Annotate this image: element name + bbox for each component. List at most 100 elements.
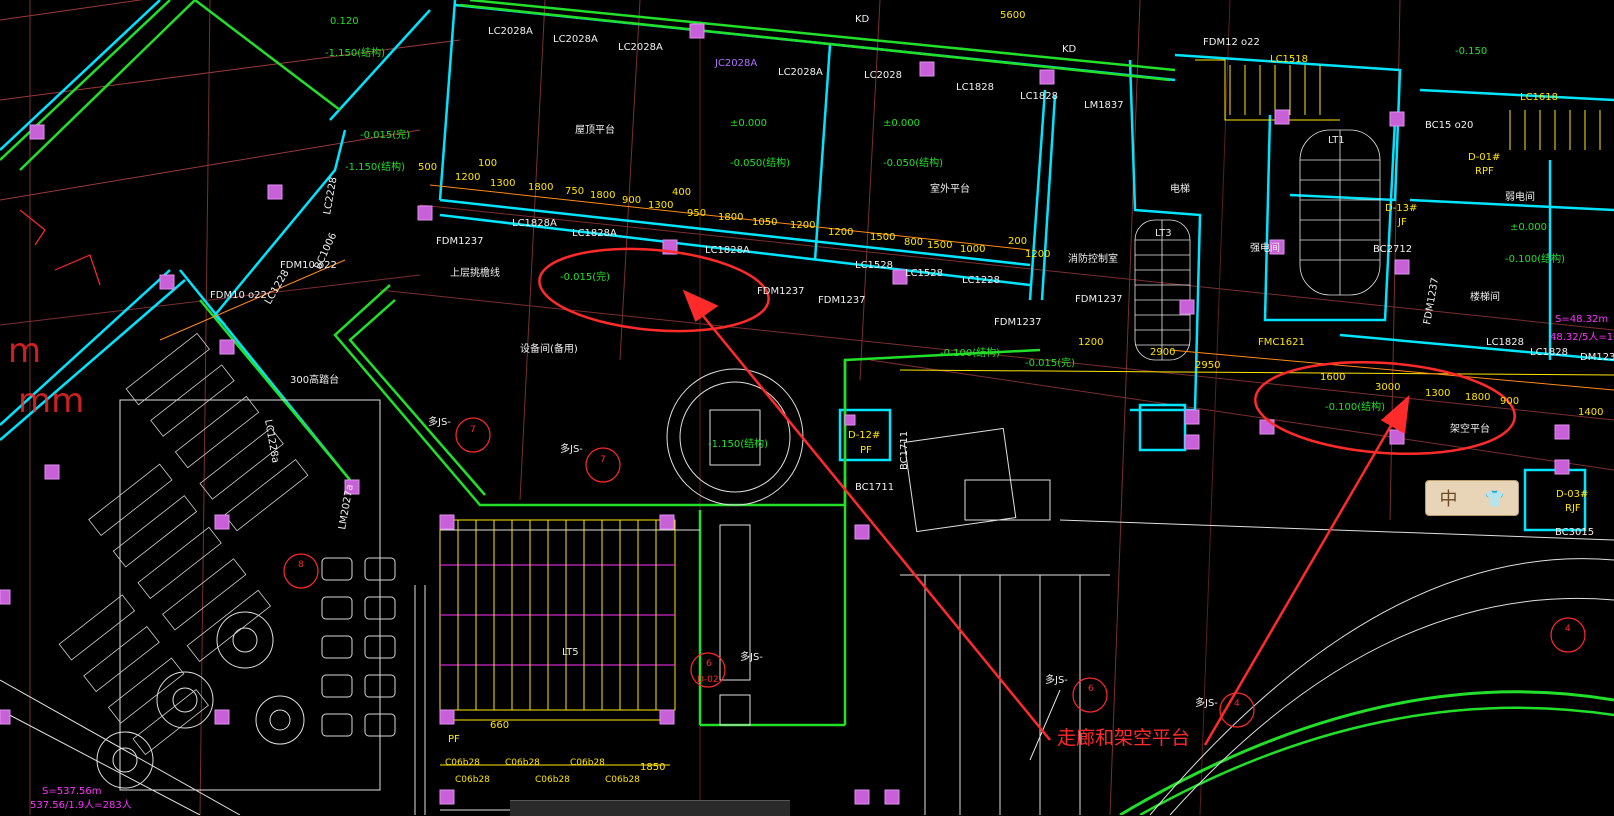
label-pf2: PF: [448, 734, 460, 745]
label-lc2028a-4: LC2028A: [778, 67, 823, 78]
label-c06-2: C06b28: [505, 758, 540, 768]
mark-6: 6: [706, 659, 712, 669]
dim-1800-3: 1800: [718, 212, 743, 223]
ime-toolbar[interactable]: 中 👕: [1425, 480, 1519, 516]
label-fdm12: FDM12 o22: [1203, 37, 1260, 48]
dim-1400: 1400: [1578, 407, 1603, 418]
label-lc1528-2: LC1528: [905, 268, 943, 279]
label-lt5: LT5: [562, 647, 579, 658]
label-elev-015c: -0.015(完): [1025, 356, 1075, 369]
label-m2: m: [8, 331, 41, 371]
label-rjf: RJF: [1565, 503, 1581, 514]
label-c06-5: C06b28: [535, 775, 570, 785]
label-area-2: 537.56/1.9人=283人: [30, 799, 132, 811]
dim-660: 660: [490, 720, 509, 731]
dim-1200-4: 1200: [1025, 249, 1050, 260]
dim-1300: 1300: [490, 178, 515, 189]
label-elev-0120: 0.120: [330, 16, 359, 27]
label-dm1237: DM1237: [1580, 352, 1614, 363]
label-lc2028: LC2028: [864, 70, 902, 81]
dim-200: 200: [1008, 236, 1027, 247]
label-elev-050-1: -0.050(结构): [730, 156, 790, 169]
dim-1000: 1000: [960, 244, 985, 255]
dim-1800-2: 1800: [590, 190, 615, 201]
label-jsx-3: 多JS-: [740, 650, 763, 663]
label-bc3015: BC3015: [1555, 527, 1594, 538]
label-elev-015: -0.015(完): [560, 270, 610, 283]
mark-8: 8: [298, 560, 304, 570]
label-fdm1237-5: FDM1237: [1075, 294, 1123, 305]
room-label-2: 室外平台: [930, 182, 970, 195]
dim-3000: 3000: [1375, 382, 1400, 393]
room-label-8: 消防控制室: [1068, 252, 1118, 265]
label-elev-150-4: -1.150(结构): [708, 437, 768, 450]
room-label-4: 上层挑檐线: [450, 266, 500, 279]
shirt-icon[interactable]: 👕: [1485, 489, 1505, 508]
dim-1300-3: 1300: [1425, 388, 1450, 399]
label-jsx-4: 多JS-: [1045, 673, 1068, 686]
dim-100: 100: [478, 158, 497, 169]
label-elev-050-2: -0.050(结构): [883, 156, 943, 169]
room-label-1: 屋顶平台: [575, 123, 615, 136]
label-elev-0-2: ±0.000: [883, 118, 920, 129]
dim-800: 800: [904, 237, 923, 248]
label-fdm1237-2: FDM1237: [757, 286, 805, 297]
label-elev-015b: -0.015(完): [360, 128, 410, 141]
dim-1050: 1050: [752, 217, 777, 228]
label-pf: PF: [860, 445, 872, 456]
label-bc2712: BC2712: [1373, 244, 1412, 255]
label-lc2028a-1: LC2028A: [488, 26, 533, 37]
mark-4: 4: [1234, 699, 1240, 709]
label-d01: D-01#: [1468, 152, 1500, 163]
label-lc1228: LC1228: [962, 275, 1000, 286]
dim-500: 500: [418, 162, 437, 173]
label-jsx-1: 多JS-: [428, 415, 451, 428]
cad-drawing-canvas[interactable]: LC2028A LC2028A LC2028A JC2028A LC2028A …: [0, 0, 1614, 815]
label-fdm1022-1: FDM10 o22: [210, 290, 267, 301]
command-status-bar[interactable]: [510, 800, 790, 816]
dim-900: 900: [622, 195, 641, 206]
dim-1500: 1500: [870, 232, 895, 243]
room-label-3: 架空平台: [1450, 422, 1490, 435]
label-lc1828a-1: LC1828A: [512, 218, 557, 229]
label-lc2028a-2: LC2028A: [553, 34, 598, 45]
label-c06-4: C06b28: [455, 775, 490, 785]
mark-4b: 4: [1565, 624, 1571, 634]
label-kd-1: KD: [855, 14, 870, 25]
dim-1800-1: 1800: [528, 182, 553, 193]
label-bc1711b: BC1711: [899, 431, 910, 470]
dim-1200-2: 1200: [790, 220, 815, 231]
label-c06-1: C06b28: [445, 758, 480, 768]
label-d12: D-12#: [848, 430, 880, 441]
dim-1200: 1200: [455, 172, 480, 183]
ime-mode-label[interactable]: 中: [1440, 485, 1458, 511]
label-elev-150-2: -1.150(结构): [345, 160, 405, 173]
label-fmc1621: FMC1621: [1258, 337, 1305, 348]
label-lc1528-1: LC1528: [855, 260, 893, 271]
label-lc1828a-3: LC1828A: [705, 245, 750, 256]
room-label-5: 设备间(备用): [520, 342, 578, 355]
dim-1300-2: 1300: [648, 200, 673, 211]
dim-750: 750: [565, 186, 584, 197]
room-label-7: 电梯: [1170, 182, 1190, 195]
label-lc1618: LC1618: [1520, 92, 1558, 103]
label-c06-6: C06b28: [605, 775, 640, 785]
label-area-4: 48.32/5人=10人: [1550, 331, 1614, 343]
label-d03: D-03#: [1556, 489, 1588, 500]
label-area-3: S=48.32m: [1555, 314, 1608, 325]
dim-1200-3: 1200: [828, 227, 853, 238]
dim-2950: 2950: [1195, 360, 1220, 371]
label-lc1828-4: LC1828: [1530, 347, 1568, 358]
label-jc2028a: JC2028A: [714, 58, 757, 69]
mark-6b: 6: [1088, 684, 1094, 694]
label-elev-150-3: -0.150: [1455, 46, 1487, 57]
label-jf: JF: [1397, 217, 1407, 228]
room-label-9: 强电间: [1250, 241, 1280, 254]
dim-400: 400: [672, 187, 691, 198]
dim-1500-2: 1500: [927, 240, 952, 251]
label-rpf: RPF: [1475, 166, 1494, 177]
mark-7b: 7: [600, 455, 606, 465]
label-lm1837: LM1837: [1084, 100, 1124, 111]
label-mm: mm: [18, 381, 84, 421]
room-label-6: 楼梯间: [1470, 290, 1500, 303]
